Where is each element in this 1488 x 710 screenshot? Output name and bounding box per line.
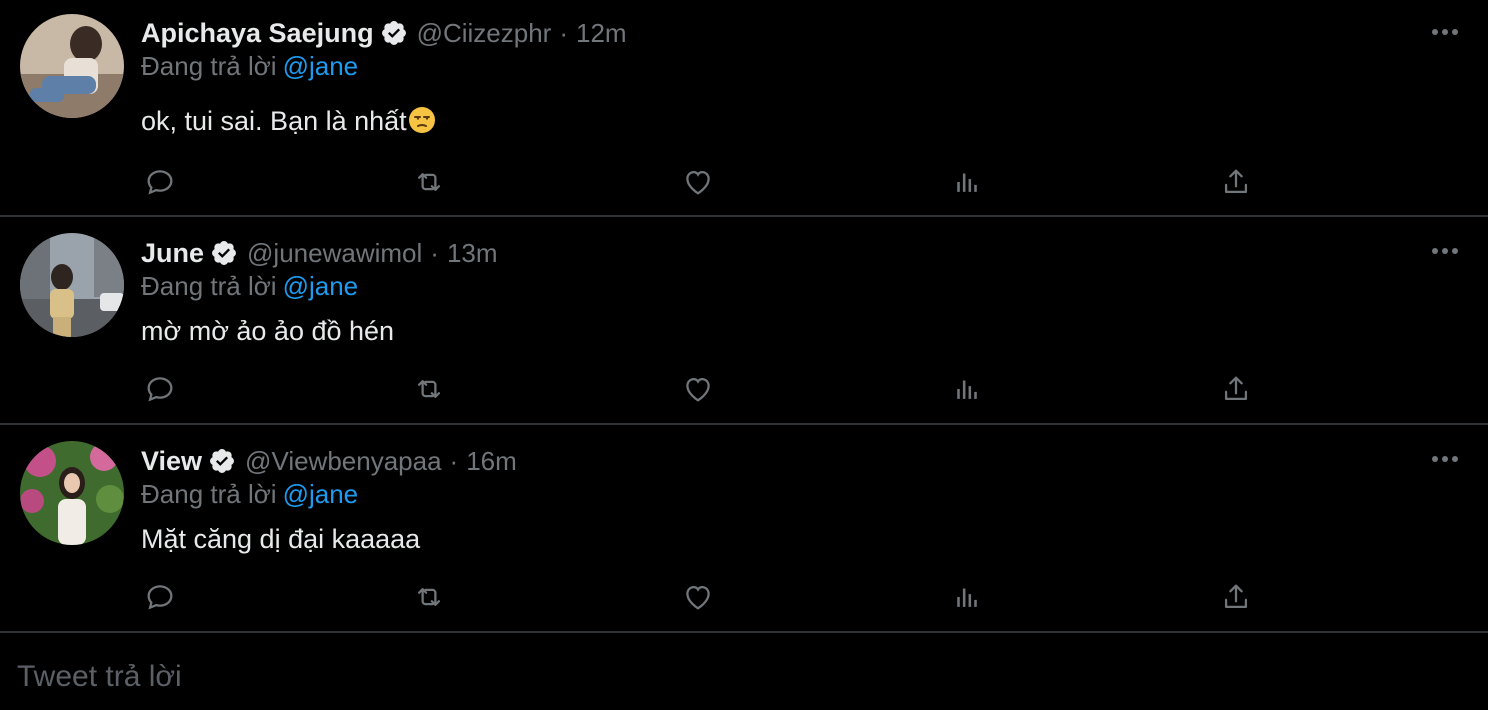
author-handle[interactable]: @junewawimol — [247, 238, 422, 269]
tweet-2[interactable]: June @junewawimol · 13m Đang trả lời @jan… — [0, 217, 1488, 425]
reply-prefix: Đang trả lời — [141, 51, 277, 81]
avatar[interactable] — [20, 233, 124, 337]
replying-to: Đang trả lời @jane — [141, 51, 358, 82]
like-icon — [686, 377, 710, 402]
like-button[interactable] — [678, 369, 718, 409]
tweet-text: Mặt căng dị đại kaaaaa — [141, 524, 421, 554]
verified-badge-icon — [212, 241, 236, 265]
analytics-icon — [957, 380, 977, 399]
analytics-icon — [957, 173, 977, 192]
tweet-1[interactable]: Apichaya Saejung @Ciizezphr · 12m Đang t… — [0, 0, 1488, 217]
author-name[interactable]: June — [141, 238, 204, 269]
separator: · — [559, 17, 569, 48]
tweet-text-content: ok, tui sai. Bạn là nhất — [141, 106, 407, 136]
reply-icon — [147, 377, 173, 402]
share-button[interactable] — [1216, 369, 1256, 409]
timestamp[interactable]: 16m — [466, 446, 517, 477]
timestamp[interactable]: 12m — [576, 18, 627, 49]
reply-icon — [147, 585, 173, 610]
author-name[interactable]: View — [141, 446, 202, 477]
unamused-face-emoji — [408, 107, 435, 133]
share-button[interactable] — [1216, 577, 1256, 617]
separator: · — [430, 237, 439, 268]
separator: · — [449, 445, 459, 476]
retweet-icon — [417, 173, 441, 191]
share-button[interactable] — [1216, 162, 1256, 202]
more-icon[interactable] — [1430, 453, 1460, 465]
analytics-icon — [957, 588, 977, 607]
retweet-button[interactable] — [409, 577, 449, 617]
retweet-icon — [417, 588, 441, 606]
reply-mention-link[interactable]: @jane — [283, 479, 359, 509]
share-icon — [1224, 169, 1248, 194]
share-icon — [1224, 584, 1248, 609]
author-handle[interactable]: @Ciizezphr — [417, 18, 552, 49]
avatar[interactable] — [20, 14, 124, 118]
reply-icon — [147, 170, 173, 195]
replying-to: Đang trả lời @jane — [141, 271, 358, 302]
like-button[interactable] — [678, 162, 718, 202]
verified-badge-icon — [210, 449, 235, 473]
replying-to: Đang trả lời @jane — [141, 479, 358, 510]
tweet-3[interactable]: View @Viewbenyapaa · 16m Đang trả lời @ja… — [0, 425, 1488, 633]
retweet-icon — [417, 380, 441, 398]
author-handle[interactable]: @Viewbenyapaa — [245, 446, 442, 477]
analytics-button[interactable] — [947, 162, 987, 202]
reply-button[interactable] — [140, 162, 180, 202]
like-icon — [686, 585, 710, 610]
avatar[interactable] — [20, 441, 124, 545]
reply-composer-input[interactable]: Tweet trả lời — [17, 660, 182, 694]
reply-prefix: Đang trả lời — [141, 479, 277, 509]
reply-prefix: Đang trả lời — [141, 271, 277, 301]
more-icon[interactable] — [1430, 26, 1460, 38]
reply-mention-link[interactable]: @jane — [283, 51, 359, 81]
timestamp[interactable]: 13m — [447, 238, 498, 269]
retweet-button[interactable] — [409, 162, 449, 202]
reply-button[interactable] — [140, 369, 180, 409]
tweet-text: mờ mờ ảo ảo đồ hén — [141, 316, 395, 346]
tweet-text: ok, tui sai. Bạn là nhất — [141, 106, 436, 137]
verified-badge-icon — [381, 21, 406, 45]
like-button[interactable] — [678, 577, 718, 617]
retweet-button[interactable] — [409, 369, 449, 409]
reply-button[interactable] — [140, 577, 180, 617]
like-icon — [686, 170, 710, 195]
reply-mention-link[interactable]: @jane — [283, 271, 359, 301]
more-icon[interactable] — [1430, 245, 1460, 257]
share-icon — [1224, 376, 1248, 401]
analytics-button[interactable] — [947, 369, 987, 409]
author-name[interactable]: Apichaya Saejung — [141, 18, 374, 49]
analytics-button[interactable] — [947, 577, 987, 617]
